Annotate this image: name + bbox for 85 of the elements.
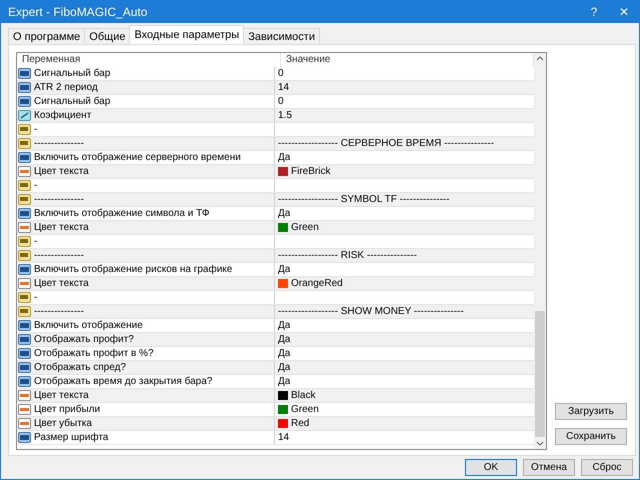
parameter-value: Green — [291, 221, 319, 234]
parameter-value: Да — [278, 361, 290, 374]
integer-icon — [18, 152, 31, 163]
scrollbar-thumb[interactable] — [535, 310, 545, 437]
parameter-name: --------------- — [34, 137, 84, 150]
parameter-value: ------------------ SHOW MONEY --------------- — [278, 305, 464, 318]
help-button[interactable]: ? — [579, 1, 609, 23]
parameter-value: ------------------ RISK --------------- — [278, 249, 417, 262]
tab[interactable]: Общие — [84, 28, 130, 44]
parameter-name: Отображать спред? — [34, 361, 126, 374]
scrollbar[interactable] — [534, 53, 546, 449]
integer-icon — [18, 68, 31, 79]
parameter-value: ------------------ СЕРВЕРНОЕ ВРЕМЯ --------------- — [278, 137, 494, 150]
parameter-name: Включить отображение — [34, 319, 143, 332]
parameter-value: Да — [278, 347, 290, 360]
parameter-name: Сигнальный бар — [34, 67, 110, 80]
parameter-name: Отображать время до закрытия бара? — [34, 375, 212, 388]
text-icon — [18, 292, 31, 303]
parameter-name: Цвет убытка — [34, 417, 92, 430]
parameter-name: Цвет текста — [34, 165, 89, 178]
tab[interactable]: Зависимости — [243, 28, 320, 44]
integer-icon — [18, 96, 31, 107]
parameter-name: Цвет текста — [34, 277, 89, 290]
integer-icon — [18, 432, 31, 443]
integer-icon — [18, 208, 31, 219]
dialog-button[interactable]: OK — [465, 459, 517, 476]
parameter-name: --------------- — [34, 193, 84, 206]
side-button[interactable]: Сохранить — [555, 428, 627, 445]
parameter-name: Коэфициент — [34, 109, 92, 122]
parameter-value: Red — [291, 417, 310, 430]
parameter-name: Включить отображение символа и ТФ — [34, 207, 210, 220]
tab[interactable]: О программе — [8, 28, 86, 44]
parameter-value: 14 — [278, 81, 290, 94]
text-icon — [18, 138, 31, 149]
dialog-button[interactable]: Сброс — [581, 459, 633, 476]
parameter-value: 1.5 — [278, 109, 292, 122]
tab[interactable]: Входные параметры — [129, 25, 244, 44]
parameter-value: Да — [278, 375, 290, 388]
close-button[interactable]: ✕ — [609, 1, 639, 23]
parameter-value: Да — [278, 263, 290, 276]
text-icon — [18, 124, 31, 135]
parameter-value: 0 — [278, 95, 284, 108]
parameter-value: 14 — [278, 431, 290, 444]
integer-icon — [18, 334, 31, 345]
text-icon — [18, 180, 31, 191]
integer-icon — [18, 348, 31, 359]
window-title: Expert - FiboMAGIC_Auto — [7, 5, 148, 19]
parameter-name: - — [34, 123, 38, 136]
parameter-value: Green — [291, 403, 319, 416]
parameter-name: Сигнальный бар — [34, 95, 110, 108]
parameter-value: Да — [278, 319, 290, 332]
parameter-value: ------------------ SYMBOL TF --------------- — [278, 193, 450, 206]
parameter-value: 0 — [278, 67, 284, 80]
parameter-name: ATR 2 период — [34, 81, 98, 94]
fraction-icon — [18, 110, 31, 121]
integer-icon — [18, 82, 31, 93]
parameter-name: --------------- — [34, 249, 84, 262]
integer-icon — [18, 264, 31, 275]
parameter-value: FireBrick — [291, 165, 330, 178]
parameter-name: Цвет прибыли — [34, 403, 100, 416]
parameter-name: Цвет текста — [34, 389, 89, 402]
text-icon — [18, 236, 31, 247]
parameter-name: - — [34, 179, 38, 192]
parameter-name: Размер шрифта — [34, 431, 108, 444]
integer-icon — [18, 320, 31, 331]
parameter-name: Цвет текста — [34, 221, 89, 234]
parameter-value: OrangeRed — [291, 277, 343, 290]
integer-icon — [18, 376, 31, 387]
parameter-name: Отображать профит? — [34, 333, 134, 346]
parameter-name: - — [34, 291, 38, 304]
text-icon — [18, 194, 31, 205]
dialog-button[interactable]: Отмена — [523, 459, 575, 476]
parameter-value: Да — [278, 333, 290, 346]
parameter-name: --------------- — [34, 305, 84, 318]
parameter-name: Включить отображение рисков на графике — [34, 263, 232, 276]
text-icon — [18, 306, 31, 317]
text-icon — [18, 250, 31, 261]
parameter-value: Да — [278, 207, 290, 220]
parameter-value: Да — [278, 151, 290, 164]
side-button[interactable]: Загрузить — [555, 403, 627, 420]
parameter-name: Включить отображение серверного времени — [34, 151, 241, 164]
parameter-name: Отображать профит в %? — [34, 347, 154, 360]
parameter-name: - — [34, 235, 38, 248]
integer-icon — [18, 362, 31, 373]
parameter-value: Black — [291, 389, 316, 402]
